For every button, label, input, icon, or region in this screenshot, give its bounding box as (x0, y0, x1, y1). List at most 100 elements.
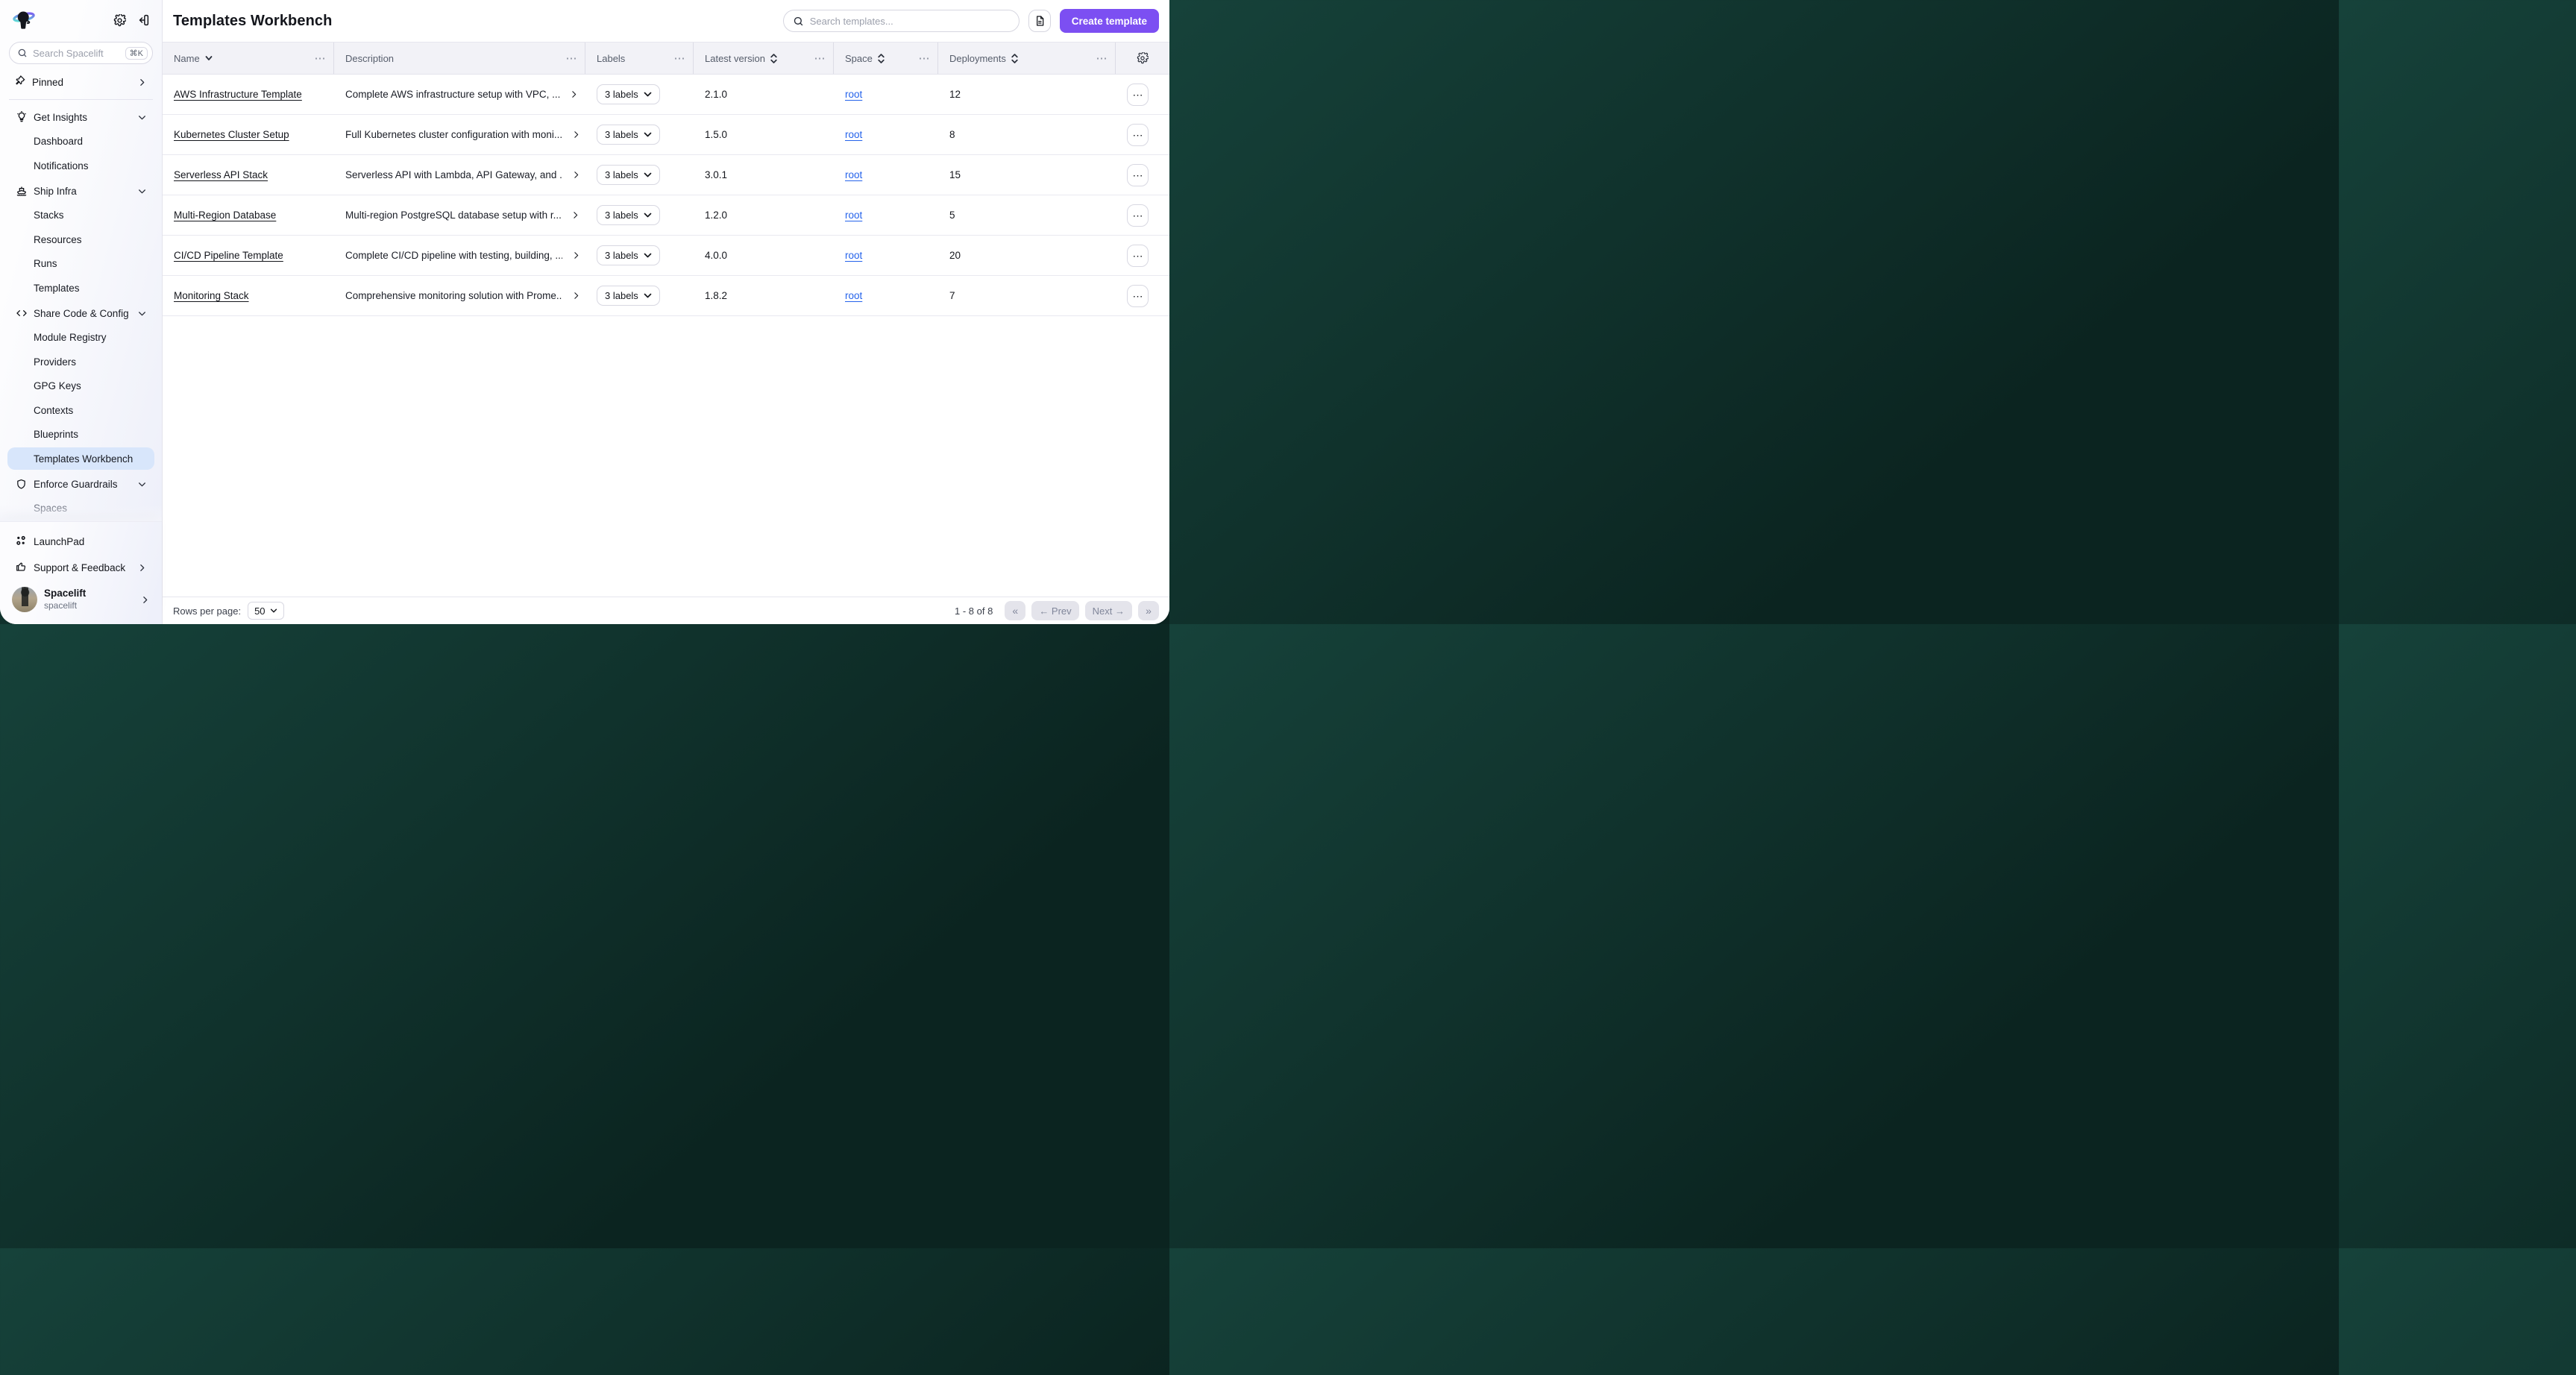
sidebar-item-resources[interactable]: Resources (7, 228, 154, 251)
pagination-prev-button[interactable]: ← Prev (1031, 601, 1078, 620)
sidebar-item-label: Blueprints (34, 429, 78, 440)
sidebar-item-label: Ship Infra (34, 186, 77, 197)
create-template-button[interactable]: Create template (1060, 9, 1159, 33)
column-menu-icon[interactable]: ⋯ (674, 53, 686, 64)
sidebar-item-gpg-keys[interactable]: GPG Keys (7, 375, 154, 397)
templates-search[interactable] (783, 10, 1020, 32)
table-settings-gear[interactable] (1116, 43, 1169, 74)
space-link[interactable]: root (845, 210, 862, 221)
labels-dropdown[interactable]: 3 labels (597, 125, 660, 145)
template-name-link[interactable]: Kubernetes Cluster Setup (174, 129, 289, 140)
sidebar-search[interactable]: ⌘K (9, 42, 153, 64)
labels-dropdown[interactable]: 3 labels (597, 286, 660, 306)
space-link[interactable]: root (845, 290, 862, 301)
search-icon (793, 16, 804, 27)
space-link[interactable]: root (845, 169, 862, 180)
column-menu-icon[interactable]: ⋯ (315, 53, 327, 64)
settings-gear-icon[interactable] (113, 14, 126, 27)
column-menu-icon[interactable]: ⋯ (1096, 53, 1108, 64)
expand-description-icon[interactable] (571, 210, 580, 220)
pagination-next-button[interactable]: Next → (1085, 601, 1132, 620)
sidebar-item-templates-workbench[interactable]: Templates Workbench (7, 447, 154, 470)
sidebar-section-enforce-guardrails[interactable]: Enforce Guardrails (7, 473, 154, 495)
labels-dropdown[interactable]: 3 labels (597, 245, 660, 265)
document-icon (1034, 15, 1046, 27)
sidebar-nav: Get Insights Dashboard Notifications Shi… (0, 101, 162, 521)
sidebar-search-input[interactable] (33, 48, 120, 59)
table-row: Multi-Region Database Multi-region Postg… (163, 195, 1169, 236)
column-header-name[interactable]: Name ⋯ (163, 43, 334, 74)
chevron-down-icon (644, 172, 652, 177)
row-actions-button[interactable]: ⋯ (1127, 124, 1149, 146)
sidebar-section-get-insights[interactable]: Get Insights (7, 106, 154, 128)
expand-description-icon[interactable] (571, 251, 581, 260)
row-actions-button[interactable]: ⋯ (1127, 84, 1149, 106)
column-header-description[interactable]: Description ⋯ (334, 43, 585, 74)
sidebar-item-templates[interactable]: Templates (7, 277, 154, 299)
sidebar-item-label: Templates (34, 283, 80, 294)
sidebar-item-label: Contexts (34, 405, 73, 416)
template-name-link[interactable]: Multi-Region Database (174, 210, 276, 221)
column-menu-icon[interactable]: ⋯ (919, 53, 931, 64)
column-label: Labels (597, 53, 625, 64)
template-name-link[interactable]: CI/CD Pipeline Template (174, 250, 283, 261)
sidebar-item-contexts[interactable]: Contexts (7, 399, 154, 421)
expand-description-icon[interactable] (571, 130, 581, 139)
labels-dropdown[interactable]: 3 labels (597, 205, 660, 225)
sidebar-section-share-code-config[interactable]: Share Code & Config (7, 302, 154, 324)
sidebar-item-label: Module Registry (34, 332, 107, 343)
column-label: Deployments (949, 53, 1006, 64)
template-name-link[interactable]: Serverless API Stack (174, 169, 268, 180)
sort-updown-icon (1011, 54, 1018, 63)
sidebar-item-launchpad[interactable]: LaunchPad (7, 529, 154, 553)
table-row: Monitoring Stack Comprehensive monitorin… (163, 276, 1169, 316)
column-menu-icon[interactable]: ⋯ (566, 53, 578, 64)
template-docs-button[interactable] (1028, 10, 1051, 32)
sidebar-item-dashboard[interactable]: Dashboard (7, 130, 154, 153)
sidebar-item-notifications[interactable]: Notifications (7, 154, 154, 177)
expand-description-icon[interactable] (569, 89, 579, 99)
row-actions-button[interactable]: ⋯ (1127, 245, 1149, 267)
expand-description-icon[interactable] (571, 170, 581, 180)
sidebar-item-stacks[interactable]: Stacks (7, 204, 154, 227)
account-switcher[interactable]: Spacelift spacelift (7, 582, 154, 617)
labels-dropdown[interactable]: 3 labels (597, 84, 660, 104)
templates-search-input[interactable] (810, 16, 1010, 27)
sidebar-item-label: GPG Keys (34, 380, 81, 391)
spacelift-logo[interactable] (12, 9, 36, 31)
column-menu-icon[interactable]: ⋯ (814, 53, 826, 64)
sort-desc-icon (205, 55, 213, 61)
expand-description-icon[interactable] (571, 291, 581, 301)
table-empty-area (163, 316, 1169, 597)
space-link[interactable]: root (845, 250, 862, 261)
column-header-labels[interactable]: Labels ⋯ (585, 43, 694, 74)
pagination-last-button[interactable]: » (1138, 601, 1159, 620)
sidebar-item-runs[interactable]: Runs (7, 253, 154, 275)
rows-per-page-select[interactable]: 50 (248, 602, 283, 620)
space-link[interactable]: root (845, 129, 862, 140)
sidebar-item-pinned[interactable]: Pinned (7, 72, 154, 92)
column-header-space[interactable]: Space ⋯ (834, 43, 938, 74)
sidebar-item-module-registry[interactable]: Module Registry (7, 327, 154, 349)
sidebar-top (0, 0, 162, 33)
chevron-down-icon (270, 608, 277, 613)
column-header-latest-version[interactable]: Latest version ⋯ (694, 43, 834, 74)
template-name-link[interactable]: Monitoring Stack (174, 290, 249, 301)
sidebar-item-label: Notifications (34, 160, 89, 172)
row-actions-button[interactable]: ⋯ (1127, 285, 1149, 307)
pagination-range: 1 - 8 of 8 (955, 605, 993, 617)
sign-out-icon[interactable] (136, 13, 150, 27)
sort-updown-icon (878, 54, 885, 63)
sidebar-item-spaces[interactable]: Spaces (7, 497, 154, 520)
sidebar-item-blueprints[interactable]: Blueprints (7, 424, 154, 446)
sidebar-item-providers[interactable]: Providers (7, 350, 154, 373)
column-header-deployments[interactable]: Deployments ⋯ (938, 43, 1116, 74)
sidebar-section-ship-infra[interactable]: Ship Infra (7, 180, 154, 202)
sidebar-item-support-feedback[interactable]: Support & Feedback (7, 556, 154, 579)
labels-dropdown[interactable]: 3 labels (597, 165, 660, 185)
template-name-link[interactable]: AWS Infrastructure Template (174, 89, 302, 100)
space-link[interactable]: root (845, 89, 862, 100)
pagination-first-button[interactable]: « (1005, 601, 1025, 620)
row-actions-button[interactable]: ⋯ (1127, 204, 1149, 227)
row-actions-button[interactable]: ⋯ (1127, 164, 1149, 186)
